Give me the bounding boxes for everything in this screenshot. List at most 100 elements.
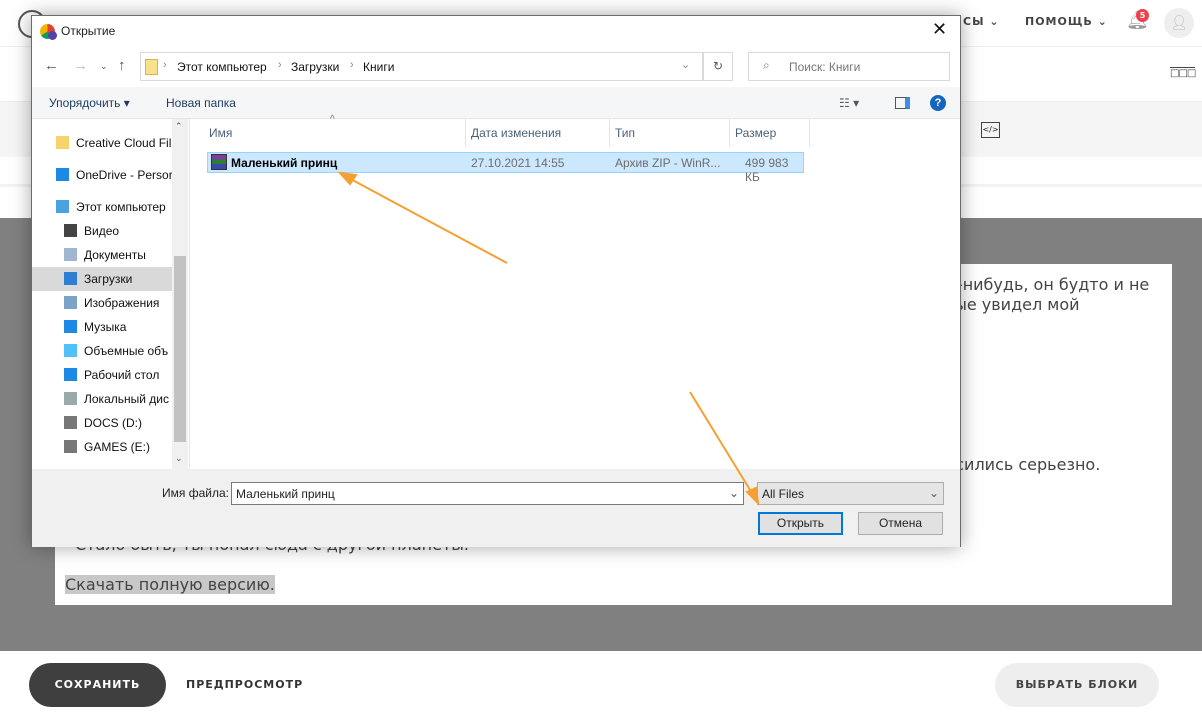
sidebar-item-label: OneDrive - Persor <box>76 168 173 182</box>
dialog-toolbar: Упорядочить ▾ Новая папка ☷ ▾ ? <box>32 87 960 119</box>
search-icon: ⌕ <box>763 58 770 72</box>
dialog-titlebar: Открытие ✕ <box>32 16 960 47</box>
sidebar-item[interactable]: GAMES (E:) <box>32 435 172 459</box>
sidebar-item[interactable]: Этот компьютер <box>32 195 172 219</box>
local-disk-icon <box>64 392 77 405</box>
back-icon[interactable]: ← <box>44 57 59 74</box>
chevron-down-icon: ⌄ <box>928 486 939 500</box>
code-icon[interactable]: </> <box>981 122 1000 138</box>
filetype-value: All Files <box>762 487 805 501</box>
dialog-navbar: ← → ⌄ ↑ › Этот компьютер › Загрузки › Кн… <box>32 47 960 87</box>
refresh-icon[interactable]: ↻ <box>703 52 733 81</box>
open-button[interactable]: Открыть <box>758 512 843 535</box>
up-icon[interactable]: ↑ <box>118 57 126 74</box>
file-list: ^ Имя Дата изменения Тип Размер Маленьки… <box>189 114 960 469</box>
computer-icon <box>56 200 69 213</box>
notification-badge: 5 <box>1136 9 1149 22</box>
search-placeholder: Поиск: Книги <box>789 60 861 74</box>
avatar[interactable]: 👤︎ <box>1164 8 1194 38</box>
download-link[interactable]: Скачать полную версию. <box>65 575 275 594</box>
sidebar-item-label: Видео <box>84 224 120 238</box>
column-name[interactable]: Имя <box>209 126 232 140</box>
sidebar-item-label: Загрузки <box>84 272 133 286</box>
chrome-icon <box>40 24 57 40</box>
downloads-icon <box>64 272 77 285</box>
dialog-title: Открытие <box>61 24 116 38</box>
filename-value: Маленький принц <box>236 487 335 501</box>
onedrive-icon <box>56 168 69 181</box>
help-icon[interactable]: ? <box>930 95 946 111</box>
documents-icon <box>64 248 77 261</box>
sidebar-item[interactable]: Изображения <box>32 291 172 315</box>
chevron-down-icon[interactable]: ⌄ <box>729 486 739 500</box>
column-size[interactable]: Размер <box>735 126 776 140</box>
organize-label: Упорядочить <box>49 96 121 110</box>
column-type[interactable]: Тип <box>615 126 635 140</box>
nav-pane: Creative Cloud Fil OneDrive - Persor Этот … <box>32 119 188 469</box>
file-type: Архив ZIP - WinR... <box>615 156 721 170</box>
sidebar-item[interactable]: OneDrive - Persor <box>32 163 173 187</box>
column-date[interactable]: Дата изменения <box>471 126 561 140</box>
filename-input[interactable]: Маленький принц ⌄ <box>231 482 744 505</box>
sidebar-item[interactable]: DOCS (D:) <box>32 411 172 435</box>
sidebar-item[interactable]: Видео <box>32 219 172 243</box>
breadcrumb-item[interactable]: Этот компьютер <box>177 60 267 74</box>
dialog-footer: Имя файла: Маленький принц ⌄ All Files ⌄ О… <box>32 469 960 547</box>
filename-label: Имя файла: <box>162 486 229 500</box>
preview-pane-icon[interactable] <box>895 97 910 109</box>
organize-button[interactable]: Упорядочить ▾ <box>49 96 130 110</box>
sidebar-item-label: Локальный дис <box>84 392 169 406</box>
sidebar-item[interactable]: Музыка <box>32 315 172 339</box>
breadcrumb-item[interactable]: Книги <box>363 60 394 74</box>
blocks-layout-icon[interactable]: □□□ <box>1170 67 1196 79</box>
cancel-button[interactable]: Отмена <box>858 512 943 535</box>
sidebar-item-label: Рабочий стол <box>84 368 160 382</box>
sidebar-item[interactable]: Объемные объ <box>32 339 172 363</box>
close-icon[interactable]: ✕ <box>932 19 947 40</box>
desktop-icon <box>64 368 77 381</box>
creative-cloud-icon <box>56 136 69 149</box>
sidebar-item-label: Документы <box>84 248 146 262</box>
content-text: ем-нибудь, он будто и не <box>935 275 1150 294</box>
file-row[interactable]: Маленький принц 27.10.2021 14:55 Архив Z… <box>207 152 804 184</box>
drive-icon <box>64 416 77 429</box>
sidebar-item-label: GAMES (E:) <box>84 440 151 454</box>
sidebar-item[interactable]: Загрузки <box>32 267 172 291</box>
view-options-icon[interactable]: ☷ ▾ <box>839 96 859 110</box>
images-icon <box>64 296 77 309</box>
forward-icon[interactable]: → <box>73 57 88 74</box>
sidebar-item-label: Объемные объ <box>84 344 169 358</box>
search-input[interactable]: ⌕ Поиск: Книги <box>748 52 950 81</box>
sidebar-item-label: Изображения <box>84 296 160 310</box>
folder-icon <box>145 59 158 75</box>
nav-label: ПОМОЩЬ <box>1025 15 1093 28</box>
save-button[interactable]: СОХРАНИТЬ <box>29 663 166 707</box>
file-name: Маленький принц <box>231 156 338 170</box>
scrollbar-thumb[interactable] <box>174 256 186 442</box>
sidebar-item-label: Этот компьютер <box>76 200 166 214</box>
nav-resources[interactable]: СЫ ⌄ <box>963 15 1000 28</box>
recent-chevron-icon[interactable]: ⌄ <box>100 61 108 72</box>
open-file-dialog: Открытие ✕ ← → ⌄ ↑ › Этот компьютер › За… <box>31 15 961 547</box>
winrar-archive-icon <box>211 154 227 170</box>
music-icon <box>64 320 77 333</box>
chevron-down-icon[interactable]: ⌄ <box>681 58 690 71</box>
preview-button[interactable]: ПРЕДПРОСМОТР <box>186 678 303 691</box>
sidebar-item[interactable]: Локальный дис <box>32 387 172 411</box>
sidebar-item-label: Creative Cloud Fil <box>76 136 172 150</box>
sidebar-item[interactable]: Creative Cloud Fil <box>32 131 172 155</box>
sidebar-item[interactable]: Документы <box>32 243 172 267</box>
sidebar-item[interactable]: Рабочий стол <box>32 363 172 387</box>
file-size: 499 983 КБ <box>745 156 789 184</box>
new-folder-button[interactable]: Новая папка <box>166 96 236 110</box>
3d-objects-icon <box>64 344 77 357</box>
sort-arrow-icon: ^ <box>330 114 335 125</box>
breadcrumb-item[interactable]: Загрузки <box>291 60 339 74</box>
drive-icon <box>64 440 77 453</box>
sidebar-item-label: Музыка <box>84 320 127 334</box>
address-bar[interactable]: › Этот компьютер › Загрузки › Книги ⌄ <box>140 52 703 81</box>
nav-help[interactable]: ПОМОЩЬ ⌄ <box>1025 15 1108 28</box>
sidebar-item-label: DOCS (D:) <box>84 416 142 430</box>
choose-blocks-button[interactable]: ВЫБРАТЬ БЛОКИ <box>995 663 1159 707</box>
filetype-select[interactable]: All Files ⌄ <box>757 482 944 505</box>
